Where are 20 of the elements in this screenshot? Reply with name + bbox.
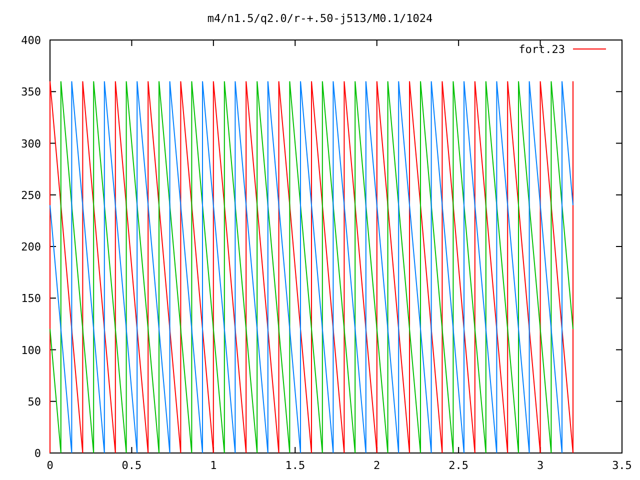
x-tick-label: 1	[210, 459, 217, 472]
x-tick-label: 3	[536, 459, 544, 472]
y-tick-label: 150	[21, 292, 41, 306]
y-tick-label: 0	[34, 447, 41, 460]
chart-title: m4/n1.5/q2.0/r-+.50-j513/M0.1/1024	[207, 12, 433, 25]
legend-line	[572, 48, 606, 50]
y-tick-label: 200	[21, 240, 41, 254]
x-tick-label: 2.5	[448, 459, 468, 472]
y-tick-label: 100	[21, 344, 41, 357]
x-tick-label: 0.5	[122, 459, 142, 472]
y-tick-label: 300	[21, 137, 41, 150]
x-tick-label: 3.5	[612, 459, 632, 472]
x-tick-label: 1.5	[285, 459, 306, 472]
x-tick-label: 2	[374, 459, 380, 472]
x-tick-label: 0	[46, 459, 54, 472]
y-tick-label: 350	[21, 86, 41, 99]
y-tick-label: 400	[21, 34, 41, 47]
legend-label: fort.23	[518, 43, 565, 56]
y-tick-label: 50	[28, 395, 41, 408]
y-tick-label: 250	[21, 188, 41, 202]
